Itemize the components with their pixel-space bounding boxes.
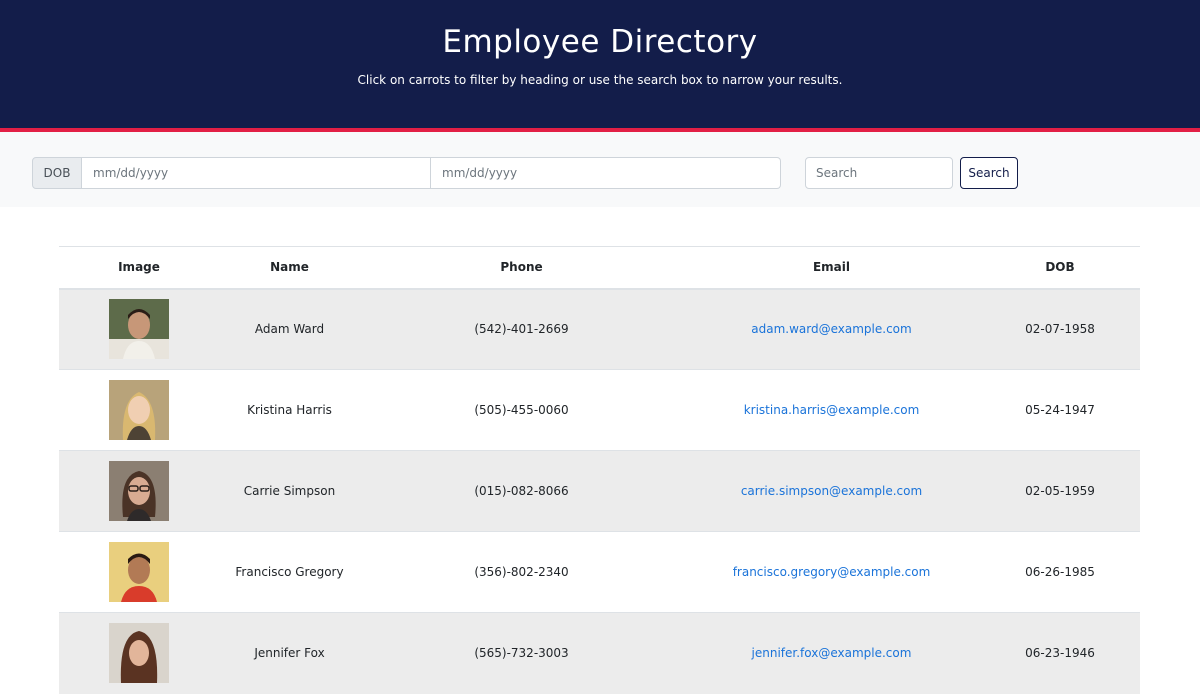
employee-phone: (356)-802-2340 — [474, 565, 569, 579]
image-cell — [59, 451, 219, 532]
employee-avatar — [109, 623, 169, 684]
image-cell — [59, 289, 219, 370]
employee-name: Adam Ward — [254, 322, 325, 337]
table-row: Francisco Gregory (356)-802-2340 francis… — [59, 531, 1140, 613]
table-header-row: Image Name Phone Email DOB — [59, 246, 1140, 289]
dob-start-date-input[interactable] — [82, 157, 431, 189]
employee-avatar — [109, 380, 169, 440]
column-header-email[interactable]: Email — [683, 247, 980, 289]
employee-email-link[interactable]: francisco.gregory@example.com — [683, 532, 980, 613]
column-header-image[interactable]: Image — [59, 247, 219, 289]
employee-table-container: Image Name Phone Email DOB Adam Ward (54… — [59, 246, 1140, 694]
employee-name: Jennifer Fox — [254, 646, 325, 661]
employee-phone: (015)-082-8066 — [474, 484, 569, 498]
table-row: Adam Ward (542)-401-2669 adam.ward@examp… — [59, 288, 1140, 370]
image-cell — [59, 370, 219, 451]
dob-range-group: DOB — [32, 157, 781, 189]
employee-phone: (505)-455-0060 — [474, 403, 569, 417]
employee-name: Kristina Harris — [247, 403, 332, 417]
table-row: Kristina Harris (505)-455-0060 kristina.… — [59, 369, 1140, 451]
dob-end-date-input[interactable] — [431, 157, 781, 189]
employee-name: Francisco Gregory — [235, 565, 344, 579]
employee-dob: 02-07-1958 — [1025, 322, 1095, 337]
table-row: Jennifer Fox (565)-732-3003 jennifer.fox… — [59, 612, 1140, 694]
page-title: Employee Directory — [442, 24, 758, 60]
page-header: Employee Directory Click on carrots to f… — [0, 0, 1200, 128]
employee-name: Carrie Simpson — [243, 484, 336, 498]
employee-avatar — [109, 461, 169, 521]
employee-dob: 06-26-1985 — [1025, 565, 1095, 579]
column-header-phone[interactable]: Phone — [360, 247, 683, 289]
employee-dob: 05-24-1947 — [1025, 403, 1095, 417]
employee-phone: (565)-732-3003 — [474, 646, 569, 661]
search-button[interactable]: Search — [960, 157, 1018, 189]
column-header-name[interactable]: Name — [219, 247, 360, 289]
employee-email-link[interactable]: kristina.harris@example.com — [683, 370, 980, 451]
image-cell — [59, 532, 219, 613]
search-input[interactable] — [805, 157, 953, 189]
employee-dob: 02-05-1959 — [1025, 484, 1095, 498]
image-cell — [59, 613, 219, 694]
employee-email-link[interactable]: adam.ward@example.com — [683, 289, 980, 370]
employee-table: Image Name Phone Email DOB Adam Ward (54… — [59, 246, 1140, 694]
column-header-dob[interactable]: DOB — [980, 247, 1140, 289]
employee-avatar — [109, 542, 169, 602]
dob-range-label: DOB — [32, 157, 82, 189]
employee-email-link[interactable]: carrie.simpson@example.com — [683, 451, 980, 532]
employee-dob: 06-23-1946 — [1025, 646, 1095, 661]
page-subtitle: Click on carrots to filter by heading or… — [357, 73, 843, 87]
filter-bar: DOB Search — [0, 132, 1200, 207]
employee-email-link[interactable]: jennifer.fox@example.com — [683, 613, 980, 694]
table-row: Carrie Simpson (015)-082-8066 carrie.sim… — [59, 450, 1140, 532]
employee-avatar — [109, 299, 169, 360]
employee-phone: (542)-401-2669 — [474, 322, 569, 337]
